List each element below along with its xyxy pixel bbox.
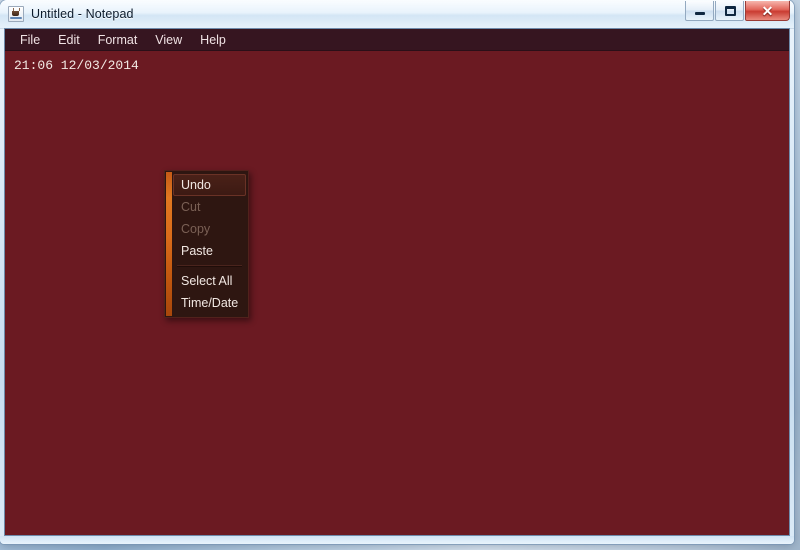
icon-saucer	[10, 17, 22, 19]
close-icon: ✕	[761, 3, 774, 19]
document-text: 21:06 12/03/2014	[14, 58, 139, 73]
notepad-window: Untitled - Notepad ✕ File Edit Format Vi…	[0, 0, 794, 544]
menu-bar: File Edit Format View Help	[5, 29, 789, 51]
notepad-java-icon	[8, 6, 24, 22]
maximize-icon	[725, 6, 736, 16]
screen: Untitled - Notepad ✕ File Edit Format Vi…	[0, 0, 800, 550]
icon-cup	[12, 11, 19, 16]
menu-item-format[interactable]: Format	[89, 31, 147, 49]
text-editor-area[interactable]: 21:06 12/03/2014 Undo Cut Copy Paste Sel…	[5, 51, 789, 535]
close-button[interactable]: ✕	[745, 1, 790, 21]
context-menu-separator	[177, 265, 242, 267]
minimize-button[interactable]	[685, 1, 714, 21]
minimize-icon	[695, 12, 705, 15]
window-title: Untitled - Notepad	[31, 7, 134, 21]
context-menu-item-cut: Cut	[181, 200, 201, 214]
context-menu-item-time-date[interactable]: Time/Date	[173, 292, 248, 314]
window-controls: ✕	[685, 1, 790, 21]
context-menu-item-select-all[interactable]: Select All	[173, 270, 248, 292]
client-area: File Edit Format View Help 21:06 12/03/2…	[4, 28, 790, 536]
context-menu-item-copy: Copy	[181, 222, 211, 236]
title-bar[interactable]: Untitled - Notepad ✕	[0, 0, 794, 29]
menu-item-help[interactable]: Help	[191, 31, 235, 49]
window-bottom-frame	[0, 536, 794, 544]
menu-item-file[interactable]: File	[11, 31, 49, 49]
context-menu: Undo Cut Copy Paste Select All Time/Date	[164, 170, 249, 318]
menu-item-view[interactable]: View	[146, 31, 191, 49]
maximize-button[interactable]	[715, 1, 744, 21]
context-menu-item-paste[interactable]: Paste	[173, 240, 248, 262]
menu-item-edit[interactable]: Edit	[49, 31, 89, 49]
context-menu-accent-strip	[166, 172, 172, 316]
context-menu-item-undo[interactable]: Undo	[173, 174, 246, 196]
